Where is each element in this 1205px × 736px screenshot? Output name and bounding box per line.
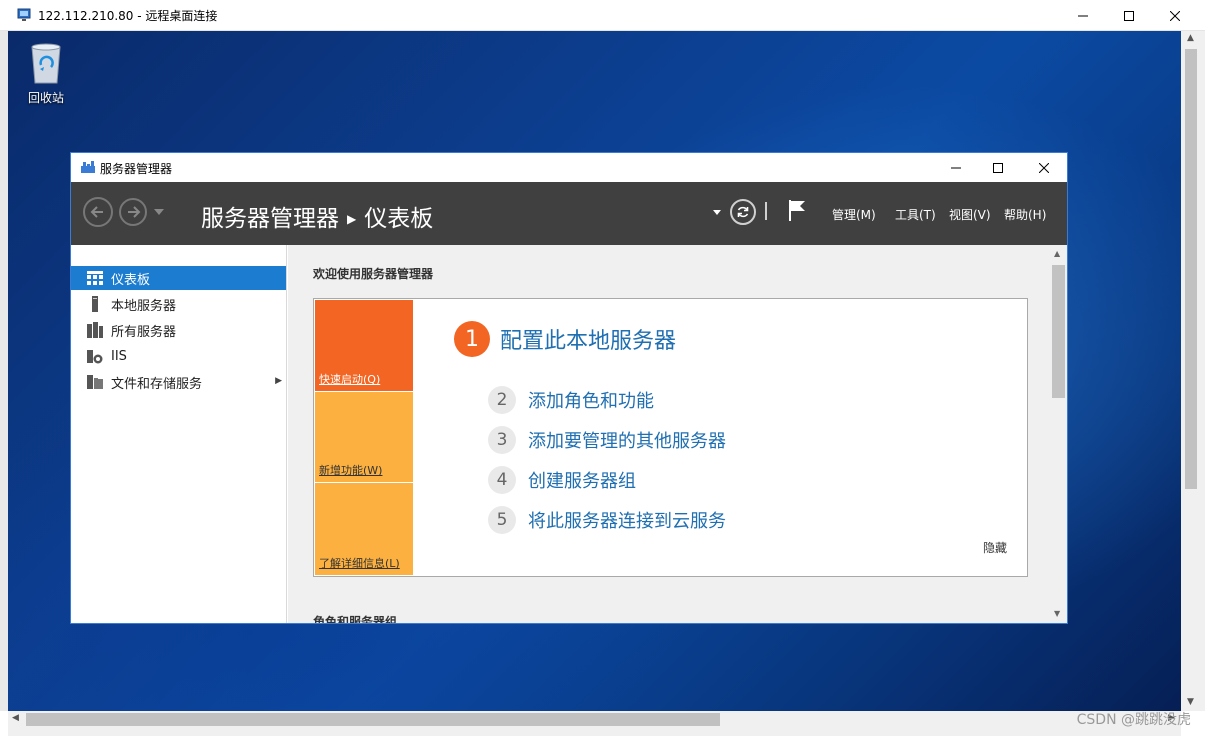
sidebar-item-file-storage[interactable]: 文件和存储服务 ▶ xyxy=(71,370,286,394)
menu-tools[interactable]: 工具(T) xyxy=(895,206,936,223)
menu-view[interactable]: 视图(V) xyxy=(949,206,991,223)
welcome-section-title: 欢迎使用服务器管理器 xyxy=(313,267,434,281)
sidebar-item-dashboard[interactable]: 仪表板 xyxy=(71,266,286,290)
dashboard-content: 欢迎使用服务器管理器 快速启动(Q) 新增功能(W) 了解详细信息(L) 1 配… xyxy=(288,245,1067,623)
scroll-up-icon[interactable]: ▲ xyxy=(1187,33,1194,43)
step-link[interactable]: 配置此本地服务器 xyxy=(500,323,676,355)
tile-quick-start[interactable]: 快速启动(Q) xyxy=(315,300,413,391)
dashboard-icon xyxy=(87,270,103,286)
step-number-badge: 3 xyxy=(488,426,516,454)
rdp-horizontal-scrollbar[interactable]: ◀ ▶ xyxy=(8,711,1181,736)
rdp-vertical-scroll-thumb[interactable] xyxy=(1185,49,1197,489)
step-number-badge: 1 xyxy=(454,321,490,357)
sidebar-item-label: IIS xyxy=(111,348,127,364)
maximize-icon xyxy=(1124,10,1134,21)
maximize-icon xyxy=(993,162,1003,173)
tile-whats-new-label[interactable]: 新增功能(W) xyxy=(319,462,382,478)
step-create-group[interactable]: 4 创建服务器组 xyxy=(488,466,636,494)
server-manager-window-title: 服务器管理器 xyxy=(100,162,173,176)
tile-whats-new[interactable]: 新增功能(W) xyxy=(315,392,413,482)
tile-learn-more-label[interactable]: 了解详细信息(L) xyxy=(319,555,400,571)
content-vertical-scrollbar[interactable]: ▲ ▼ xyxy=(1050,245,1067,623)
chevron-right-icon[interactable]: ▶ xyxy=(275,376,282,386)
step-number-badge: 5 xyxy=(488,506,516,534)
notifications-flag-icon[interactable] xyxy=(787,198,807,222)
breadcrumb: 服务器管理器 ▶ 仪表板 xyxy=(201,199,433,233)
menu-manage[interactable]: 管理(M) xyxy=(832,206,876,223)
minimize-icon xyxy=(1078,15,1088,16)
menu-help[interactable]: 帮助(H) xyxy=(1004,206,1046,223)
scroll-down-icon[interactable]: ▼ xyxy=(1187,697,1194,707)
scroll-down-icon[interactable]: ▼ xyxy=(1054,609,1060,618)
rdp-vertical-scrollbar[interactable]: ▲ ▼ xyxy=(1181,31,1205,711)
server-manager-window: 服务器管理器 服务器管理器 ▶ 仪表板 管理(M) 工具(T) 视图(V) 帮助… xyxy=(70,152,1068,624)
sidebar-item-label: 仪表板 xyxy=(111,272,151,288)
close-icon xyxy=(1170,10,1180,21)
recycle-bin-label: 回收站 xyxy=(27,91,64,105)
step-link[interactable]: 将此服务器连接到云服务 xyxy=(528,507,726,533)
scroll-left-icon[interactable]: ◀ xyxy=(12,713,19,723)
sm-maximize-button[interactable] xyxy=(975,153,1021,182)
hide-welcome-link[interactable]: 隐藏 xyxy=(983,539,1007,556)
step-link[interactable]: 添加要管理的其他服务器 xyxy=(528,427,726,453)
recycle-bin-icon xyxy=(31,43,61,84)
forward-button[interactable] xyxy=(119,198,147,226)
rdp-close-button[interactable] xyxy=(1152,0,1198,31)
step-link[interactable]: 添加角色和功能 xyxy=(528,387,654,413)
remote-desktop-icon xyxy=(17,8,31,21)
welcome-tile-panel: 快速启动(Q) 新增功能(W) 了解详细信息(L) 1 配置此本地服务器 2 添… xyxy=(313,298,1028,577)
sidebar-item-label: 本地服务器 xyxy=(111,298,177,314)
server-manager-titlebar: 服务器管理器 xyxy=(71,153,1067,182)
sm-close-button[interactable] xyxy=(1021,153,1067,182)
tile-quick-start-label[interactable]: 快速启动(Q) xyxy=(319,371,380,387)
rdp-window-title: 122.112.210.80 - 远程桌面连接 xyxy=(38,9,218,23)
recycle-bin-shortcut[interactable]: 回收站 xyxy=(24,39,68,106)
servers-icon xyxy=(87,322,103,338)
navigation-sidebar: 仪表板 本地服务器 所有服务器 IIS 文件和存储服务 ▶ xyxy=(71,245,287,623)
rdp-minimize-button[interactable] xyxy=(1060,0,1106,31)
sm-minimize-button[interactable] xyxy=(933,153,979,182)
roles-section-title: 角色和服务器组 xyxy=(313,615,398,623)
step-add-roles[interactable]: 2 添加角色和功能 xyxy=(488,386,654,414)
rdp-horizontal-scroll-thumb[interactable] xyxy=(26,713,720,726)
content-scroll-thumb[interactable] xyxy=(1052,265,1065,398)
rdp-maximize-button[interactable] xyxy=(1106,0,1152,31)
breadcrumb-current: 仪表板 xyxy=(364,206,434,232)
breadcrumb-root[interactable]: 服务器管理器 xyxy=(201,206,339,232)
breadcrumb-separator-icon: ▶ xyxy=(347,212,357,226)
step-connect-cloud[interactable]: 5 将此服务器连接到云服务 xyxy=(488,506,726,534)
close-icon xyxy=(1039,162,1049,173)
sidebar-item-label: 文件和存储服务 xyxy=(111,376,203,392)
iis-icon xyxy=(87,348,103,364)
server-manager-icon xyxy=(81,161,95,173)
step-add-servers[interactable]: 3 添加要管理的其他服务器 xyxy=(488,426,726,454)
header-divider xyxy=(765,202,767,220)
storage-icon xyxy=(87,374,103,390)
background-window-edge xyxy=(0,31,8,711)
rdp-titlebar: 122.112.210.80 - 远程桌面连接 xyxy=(0,0,1205,31)
sidebar-item-local-server[interactable]: 本地服务器 xyxy=(71,292,286,316)
step-link[interactable]: 创建服务器组 xyxy=(528,467,636,493)
server-icon xyxy=(87,296,103,312)
refresh-icon xyxy=(737,206,749,218)
minimize-icon xyxy=(951,167,961,168)
step-number-badge: 4 xyxy=(488,466,516,494)
scroll-up-icon[interactable]: ▲ xyxy=(1054,249,1060,258)
watermark: CSDN @跳跳没虎 xyxy=(1076,712,1191,728)
back-button[interactable] xyxy=(83,197,113,227)
history-dropdown-icon[interactable] xyxy=(154,209,164,215)
arrow-right-icon xyxy=(128,206,141,218)
tile-learn-more[interactable]: 了解详细信息(L) xyxy=(315,483,413,575)
sidebar-item-all-servers[interactable]: 所有服务器 xyxy=(71,318,286,342)
step-number-badge: 2 xyxy=(488,386,516,414)
arrow-left-icon xyxy=(90,206,103,218)
sidebar-item-label: 所有服务器 xyxy=(111,324,177,340)
server-manager-header: 服务器管理器 ▶ 仪表板 管理(M) 工具(T) 视图(V) 帮助(H) xyxy=(71,182,1067,245)
step-configure-local-server[interactable]: 1 配置此本地服务器 xyxy=(454,321,676,357)
sidebar-item-iis[interactable]: IIS xyxy=(71,344,286,368)
refresh-button[interactable] xyxy=(730,199,756,225)
dropdown-arrow-icon[interactable] xyxy=(713,210,721,215)
